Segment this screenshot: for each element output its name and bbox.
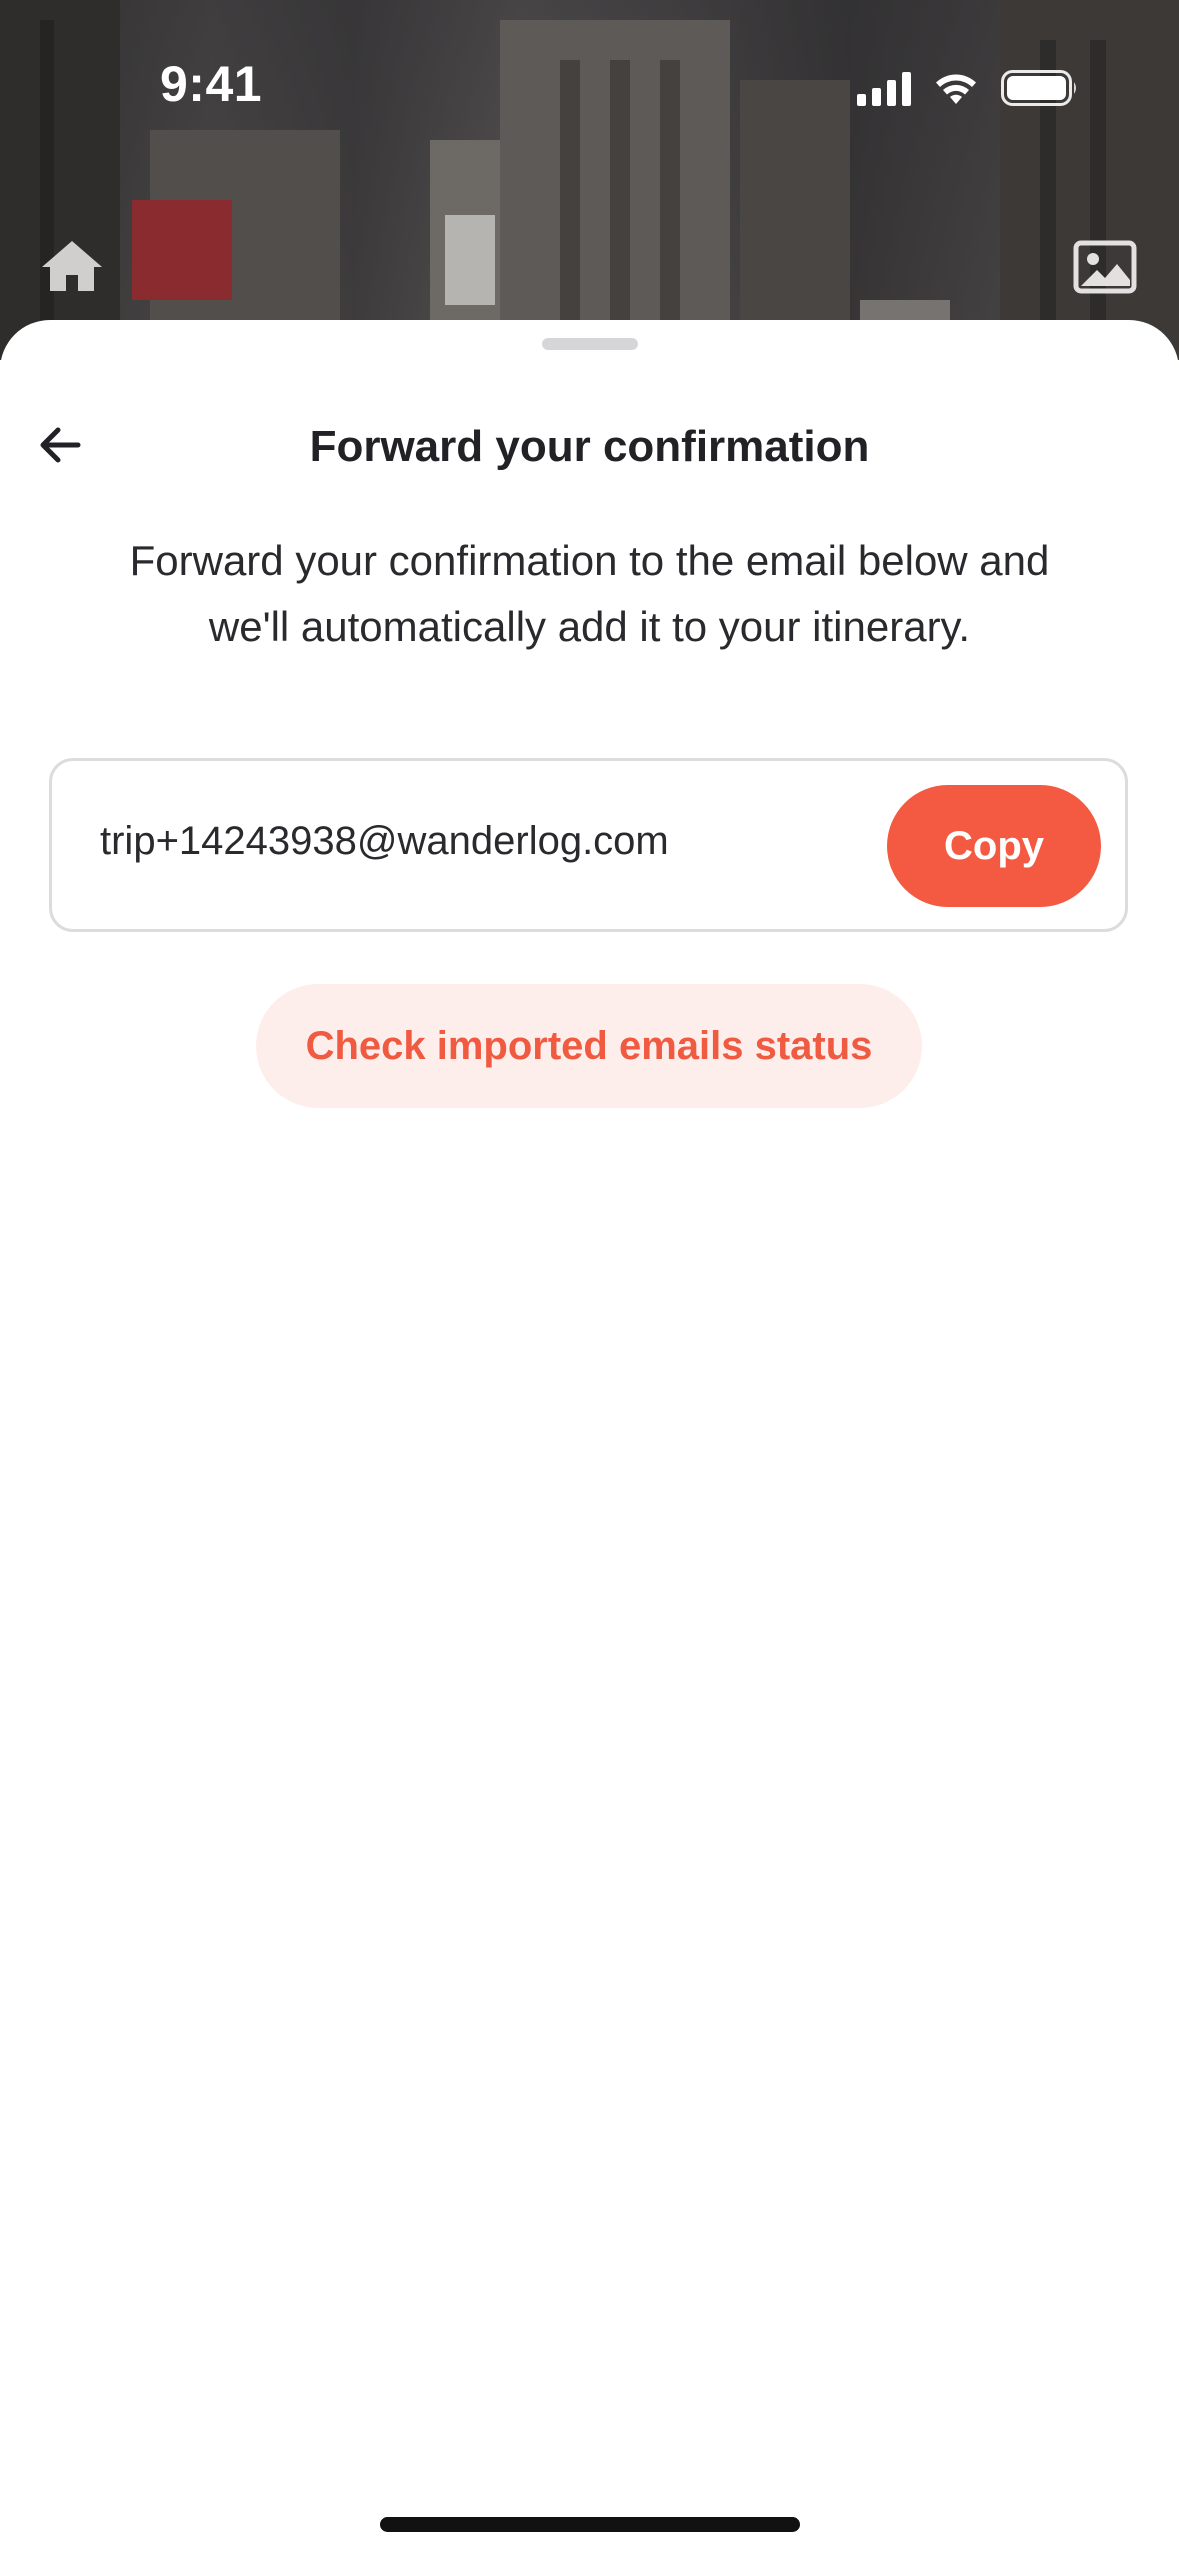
instructions-text: Forward your confirmation to the email b… bbox=[129, 537, 1050, 650]
status-icons bbox=[857, 66, 1079, 106]
screen: 9:41 Forward your confirmation Forward y… bbox=[0, 0, 1179, 2556]
status-bar: 9:41 bbox=[0, 0, 1179, 160]
forwarding-email-field: trip+14243938@wanderlog.com Copy bbox=[49, 758, 1128, 932]
forward-confirmation-sheet: Forward your confirmation Forward your c… bbox=[0, 320, 1179, 2556]
sheet-title: Forward your confirmation bbox=[309, 422, 870, 471]
status-time: 9:41 bbox=[160, 56, 263, 112]
forwarding-email-address[interactable]: trip+14243938@wanderlog.com bbox=[100, 819, 669, 864]
home-icon[interactable] bbox=[40, 237, 104, 293]
copy-button[interactable]: Copy bbox=[887, 785, 1101, 907]
cellular-signal-icon bbox=[857, 72, 911, 106]
check-imported-emails-status-button[interactable]: Check imported emails status bbox=[256, 984, 922, 1108]
home-indicator bbox=[380, 2517, 800, 2532]
battery-icon bbox=[1001, 70, 1076, 106]
sheet-grabber[interactable] bbox=[542, 338, 638, 350]
image-icon[interactable] bbox=[1073, 240, 1137, 294]
wifi-icon bbox=[936, 74, 976, 104]
